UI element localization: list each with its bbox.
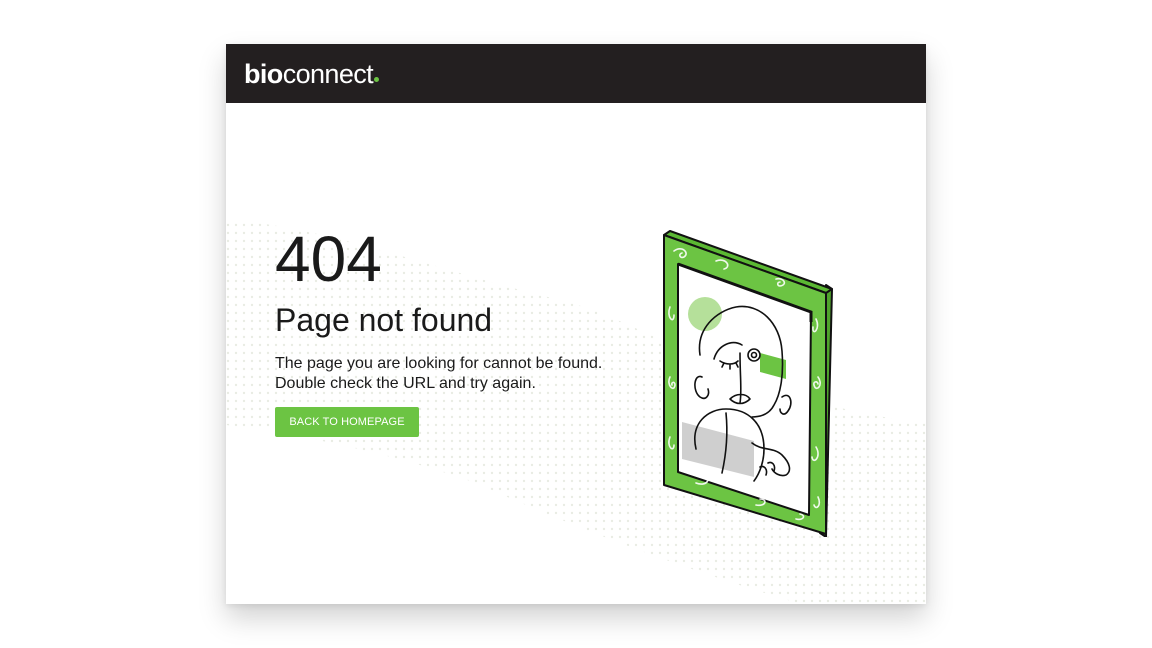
error-code: 404 (275, 223, 382, 295)
error-description: The page you are looking for cannot be f… (275, 354, 635, 394)
logo-light-text: connect (282, 59, 374, 89)
back-to-homepage-button[interactable]: BACK TO HOMEPAGE (275, 407, 419, 437)
error-title: Page not found (275, 302, 493, 338)
error-page-card: bioconnect 404 Page not found The page y… (226, 44, 926, 604)
framed-portrait-illustration (663, 230, 833, 537)
site-header: bioconnect (226, 44, 926, 103)
bioconnect-logo[interactable]: bioconnect (244, 58, 380, 90)
description-line: Double check the URL and try again. (275, 375, 536, 392)
page-content: 404 Page not found The page you are look… (226, 103, 926, 604)
logo-dot (374, 77, 380, 82)
description-line: The page you are looking for cannot be f… (275, 355, 603, 372)
logo-bold-text: bio (244, 59, 283, 89)
